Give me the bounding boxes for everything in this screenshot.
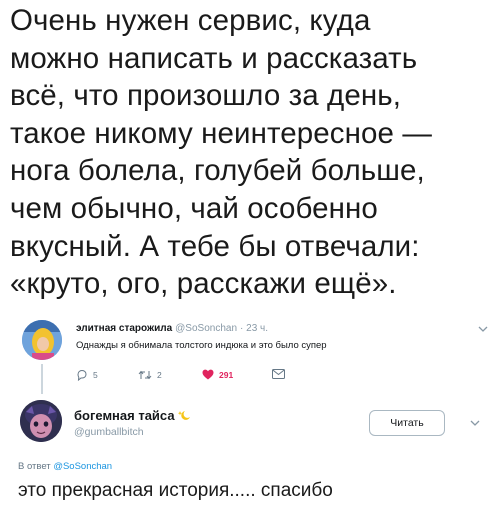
display-name[interactable]: богемная тайса xyxy=(74,408,191,423)
chevron-down-icon[interactable] xyxy=(470,418,480,428)
display-name[interactable]: элитная старожила xyxy=(76,323,172,334)
post-text-line: Очень нужен сервис, куда xyxy=(10,4,371,37)
original-tweet[interactable]: элитная старожила @SoSonchan · 23 ч. Однаж… xyxy=(16,318,490,394)
chevron-down-icon[interactable] xyxy=(478,324,488,334)
tweet-time[interactable]: · 23 ч. xyxy=(240,323,268,334)
sparkle-moon-icon xyxy=(177,411,191,420)
avatar[interactable] xyxy=(20,400,62,442)
reply-count: 5 xyxy=(93,370,98,380)
post-text-line: всё, что произошло за день, xyxy=(10,79,402,113)
user-handle[interactable]: @SoSonchan xyxy=(175,323,237,334)
post-text: Очень нужен сервис, куда можно написать … xyxy=(10,2,494,303)
reply-tweet[interactable]: богемная тайса @gumballbitch Читать xyxy=(16,398,490,454)
post-text-line: такое никому неинтересное — xyxy=(10,116,432,150)
envelope-icon xyxy=(272,369,285,379)
thread-line xyxy=(41,364,43,394)
like-count: 291 xyxy=(219,369,234,380)
post-text-line: чем обычно, чай особенно xyxy=(10,191,378,225)
display-name-text: богемная тайса xyxy=(74,408,175,423)
reply-icon xyxy=(77,369,87,381)
reply-context: В ответ @SoSonchan xyxy=(18,461,112,472)
post-text-line: можно написать и рассказать xyxy=(10,41,418,75)
user-handle[interactable]: @gumballbitch xyxy=(74,426,144,438)
reply-text: это прекрасная история..... спасибо xyxy=(18,480,333,501)
reply-button[interactable]: 5 xyxy=(76,369,98,381)
like-button[interactable]: 291 xyxy=(202,369,233,380)
tweet-header: элитная старожила @SoSonchan · 23 ч. xyxy=(76,323,268,334)
tweet-text: Однажды я обнимала толстого индюка и это… xyxy=(76,340,327,351)
heart-icon xyxy=(202,369,214,380)
follow-button[interactable]: Читать xyxy=(369,410,445,436)
retweet-count: 2 xyxy=(157,370,162,380)
avatar[interactable] xyxy=(22,320,62,360)
post-text-line: «круто, ого, расскажи ещё». xyxy=(10,267,397,301)
retweet-icon xyxy=(138,370,152,380)
dm-button[interactable] xyxy=(272,369,290,379)
reply-prefix: В ответ xyxy=(18,461,51,472)
tweet-actions: 5 2 291 xyxy=(76,369,296,383)
post-text-line: нога болела, голубей больше, xyxy=(10,154,425,188)
post-text-line: вкусный. А тебе бы отвечали: xyxy=(10,229,420,263)
reply-to-handle[interactable]: @SoSonchan xyxy=(53,461,112,472)
retweet-button[interactable]: 2 xyxy=(138,369,162,381)
